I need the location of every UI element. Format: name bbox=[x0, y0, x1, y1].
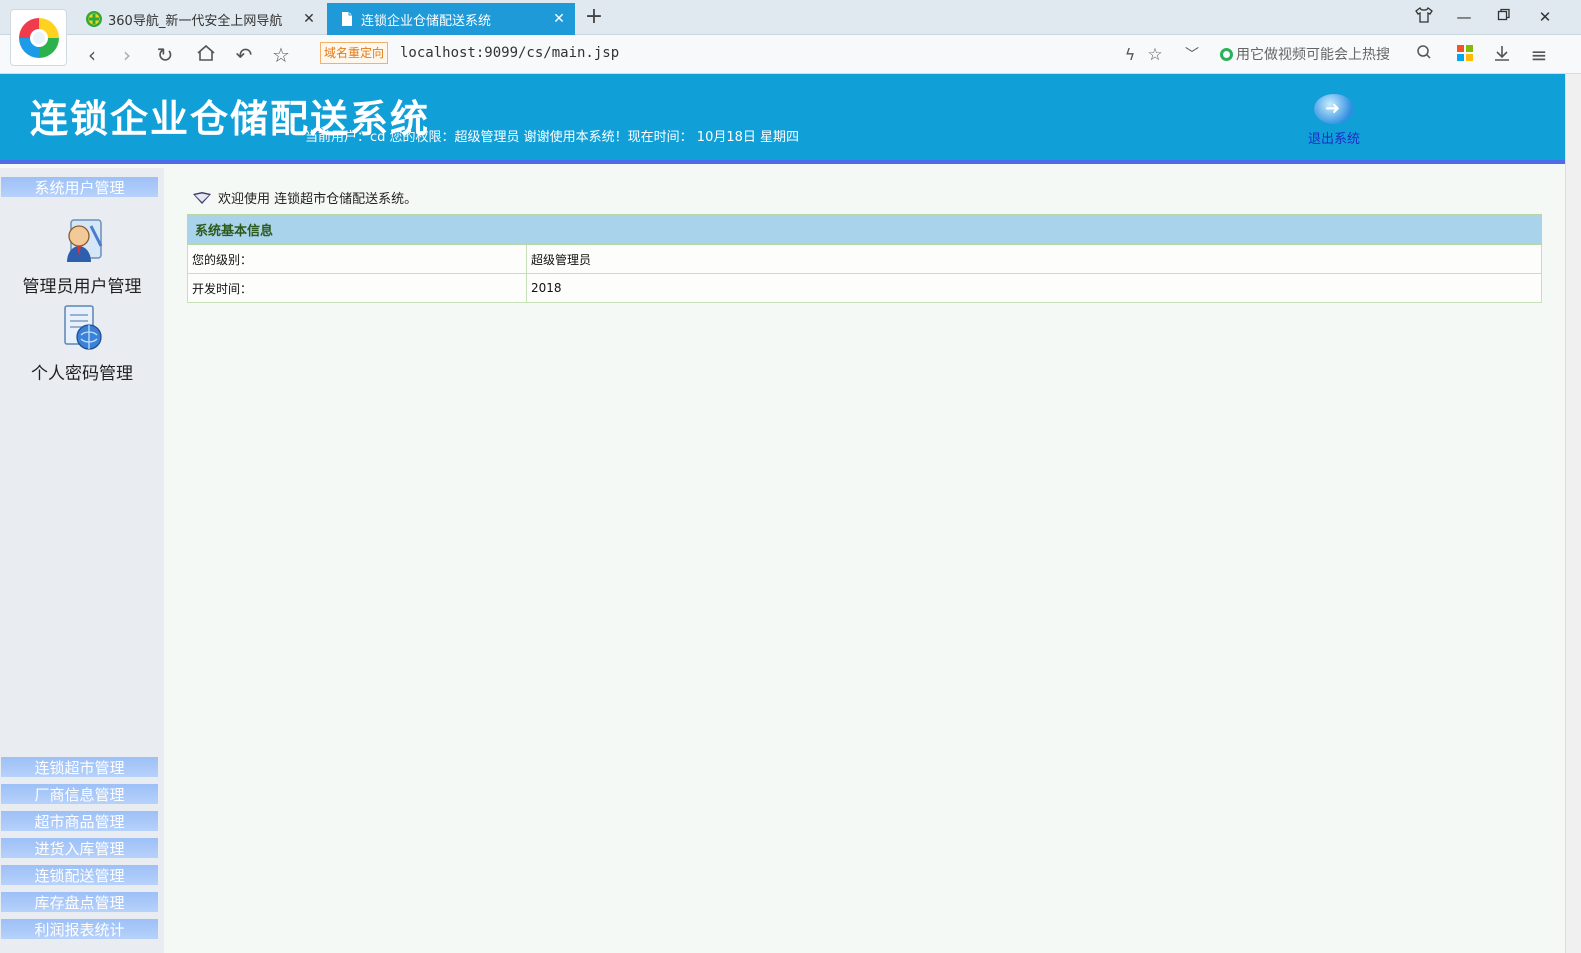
back-icon[interactable]: ‹ bbox=[80, 43, 104, 67]
password-doc-icon bbox=[57, 303, 107, 353]
table-row: 您的级别： 超级管理员 bbox=[187, 244, 1542, 274]
sidebar-section-stores[interactable]: 连锁超市管理 bbox=[1, 757, 158, 777]
address-bar[interactable]: localhost:9099/cs/main.jsp bbox=[400, 45, 619, 61]
logout-label: 退出系统 bbox=[1307, 132, 1360, 147]
search-icon[interactable] bbox=[1412, 43, 1436, 67]
sidebar-section-purchase-inbound[interactable]: 进货入库管理 bbox=[1, 838, 158, 858]
logout-arrow-icon bbox=[1314, 94, 1354, 124]
forward-icon[interactable]: › bbox=[115, 43, 139, 67]
download-icon[interactable] bbox=[1490, 43, 1514, 67]
system-info-table: 系统基本信息 您的级别： 超级管理员 开发时间： 2018 bbox=[187, 214, 1542, 303]
redirect-badge[interactable]: 域名重定向 bbox=[320, 42, 389, 64]
main-content: 欢迎使用 连锁超市仓储配送系统。 系统基本信息 您的级别： 超级管理员 开发时间… bbox=[164, 168, 1565, 953]
sidebar-section-products[interactable]: 超市商品管理 bbox=[1, 811, 158, 831]
welcome-text: 欢迎使用 连锁超市仓储配送系统。 bbox=[218, 192, 418, 207]
home-icon[interactable] bbox=[194, 43, 218, 67]
close-icon[interactable]: ✕ bbox=[549, 11, 569, 27]
sidebar-item-label: 个人密码管理 bbox=[31, 364, 133, 384]
app-header: 连锁企业仓储配送系统 当前用户：cd 您的权限：超级管理员 谢谢使用本系统！现在… bbox=[0, 74, 1565, 164]
table-title: 系统基本信息 bbox=[187, 214, 1542, 245]
tab-360-nav[interactable]: 360导航_新一代安全上网导航 ✕ bbox=[74, 3, 325, 35]
welcome-message: 欢迎使用 连锁超市仓储配送系统。 bbox=[192, 188, 417, 207]
logout-button[interactable]: 退出系统 bbox=[1302, 94, 1366, 147]
table-cell-key: 开发时间： bbox=[187, 273, 527, 303]
minimize-icon[interactable]: — bbox=[1454, 7, 1474, 27]
sidebar-item-admin-users[interactable]: 管理员用户管理 bbox=[0, 216, 164, 297]
sidebar-section-inventory[interactable]: 库存盘点管理 bbox=[1, 892, 158, 912]
restore-icon[interactable] bbox=[1494, 7, 1514, 27]
admin-user-icon bbox=[57, 216, 107, 266]
tab-warehouse-system[interactable]: 连锁企业仓储配送系统 ✕ bbox=[327, 3, 575, 35]
sidebar-item-label: 管理员用户管理 bbox=[22, 277, 142, 297]
search-engine-icon bbox=[1220, 48, 1233, 61]
browser-tab-bar: 360导航_新一代安全上网导航 ✕ 连锁企业仓储配送系统 ✕ + — ✕ bbox=[0, 0, 1581, 35]
chevron-down-icon[interactable]: ﹀ bbox=[1180, 43, 1204, 67]
table-cell-value: 超级管理员 bbox=[526, 244, 1542, 274]
document-icon bbox=[339, 11, 355, 27]
bookmark-star-icon[interactable]: ☆ bbox=[1143, 43, 1167, 67]
search-placeholder: 用它做视频可能会上热搜 bbox=[1236, 47, 1390, 63]
browser-logo-icon[interactable] bbox=[10, 9, 67, 66]
table-cell-value: 2018 bbox=[526, 273, 1542, 303]
reload-icon[interactable]: ↻ bbox=[153, 43, 177, 67]
sidebar-section-vendors[interactable]: 厂商信息管理 bbox=[1, 784, 158, 804]
tab-title: 360导航_新一代安全上网导航 bbox=[108, 13, 283, 29]
menu-icon[interactable]: ≡ bbox=[1527, 43, 1551, 67]
new-tab-plus-icon[interactable]: + bbox=[584, 5, 604, 29]
sidebar-item-password[interactable]: 个人密码管理 bbox=[0, 303, 164, 384]
shirt-skin-icon[interactable] bbox=[1414, 7, 1434, 27]
sidebar: 系统用户管理 管理员用户管理 个人密码管理 连锁超市管理 厂商信息管理 超市商品… bbox=[0, 168, 164, 953]
360-plus-icon bbox=[86, 11, 102, 27]
undo-icon[interactable]: ↶ bbox=[232, 43, 256, 67]
table-header-row: 系统基本信息 bbox=[187, 214, 1542, 245]
sidebar-section-system-users[interactable]: 系统用户管理 bbox=[1, 177, 158, 197]
book-icon bbox=[192, 191, 212, 205]
table-cell-key: 您的级别： bbox=[187, 244, 527, 274]
browser-toolbar: ‹ › ↻ ↶ ☆ 域名重定向 localhost:9099/cs/main.j… bbox=[0, 35, 1581, 74]
sidebar-section-profit-report[interactable]: 利润报表统计 bbox=[1, 919, 158, 939]
tab-title: 连锁企业仓储配送系统 bbox=[361, 13, 492, 29]
close-icon[interactable]: ✕ bbox=[299, 11, 319, 27]
scrollbar[interactable] bbox=[1565, 74, 1581, 953]
table-row: 开发时间： 2018 bbox=[187, 273, 1542, 303]
apps-grid-icon[interactable] bbox=[1453, 43, 1477, 67]
user-status-text: 当前用户：cd 您的权限：超级管理员 谢谢使用本系统！现在时间： 10月18日 … bbox=[305, 130, 800, 145]
lightning-icon[interactable]: ϟ bbox=[1118, 43, 1142, 67]
search-input[interactable]: 用它做视频可能会上热搜 bbox=[1220, 44, 1410, 64]
window-close-icon[interactable]: ✕ bbox=[1535, 7, 1555, 27]
sidebar-section-distribution[interactable]: 连锁配送管理 bbox=[1, 865, 158, 885]
star-icon[interactable]: ☆ bbox=[269, 43, 293, 67]
